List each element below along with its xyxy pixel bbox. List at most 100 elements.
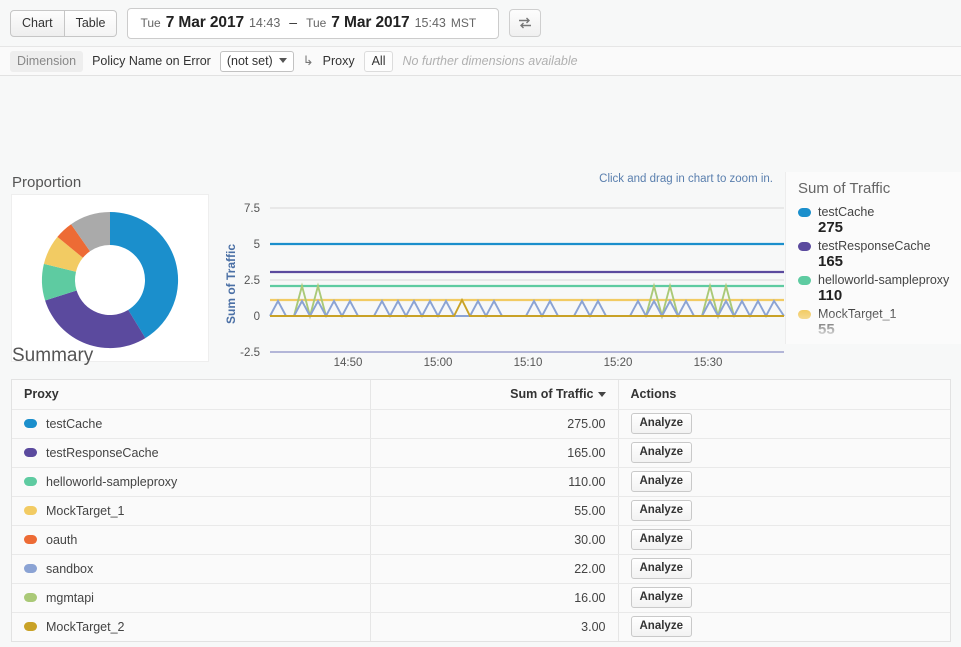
legend-color-swatch <box>798 276 811 285</box>
zoom-hint[interactable]: Click and drag in chart to zoom in. <box>599 173 773 185</box>
chart-area: Proportion Click and drag in chart to zo… <box>0 76 961 276</box>
analyze-button[interactable]: Analyze <box>631 442 692 463</box>
table-row[interactable]: testCache 275.00 Analyze <box>12 409 950 438</box>
row-color-swatch <box>24 564 37 573</box>
date-range-picker[interactable]: Tue 7 Mar 2017 14:43 – Tue 7 Mar 2017 15… <box>127 8 499 39</box>
table-row[interactable]: MockTarget_23.00Analyze <box>12 612 950 641</box>
cell-proxy: testResponseCache <box>12 438 370 467</box>
dimension-note: No further dimensions available <box>402 54 577 68</box>
page-title-proportion: Proportion <box>12 174 81 191</box>
legend-item-value: 275 <box>818 219 961 236</box>
y-tick-2-5: 2.5 <box>244 275 260 287</box>
range-end-day: Tue <box>306 16 326 30</box>
analyze-button[interactable]: Analyze <box>631 558 692 579</box>
dimension-value-label: (not set) <box>227 54 273 68</box>
chevron-down-icon <box>279 58 287 63</box>
legend-item[interactable]: testCache275 <box>798 205 961 236</box>
legend-color-swatch <box>798 208 811 217</box>
row-color-swatch <box>24 535 37 544</box>
cell-proxy: mgmtapi <box>12 583 370 612</box>
traffic-line-chart[interactable]: 7.5 5 2.5 0 -2.5 Sum of Traffic 14:50 <box>218 188 788 366</box>
legend-item[interactable]: testResponseCache165 <box>798 239 961 270</box>
chart-legend: Sum of Traffic testCache275testResponseC… <box>785 172 961 344</box>
dimension-name: Policy Name on Error <box>92 54 211 68</box>
cell-proxy: oauth <box>12 525 370 554</box>
range-end-time: 15:43 <box>415 16 446 30</box>
row-proxy-label: MockTarget_1 <box>46 504 125 518</box>
cell-sum-of-traffic: 22.00 <box>370 554 618 583</box>
dimension-all-button[interactable]: All <box>364 51 394 72</box>
column-header-sum-of-traffic[interactable]: Sum of Traffic <box>370 380 618 409</box>
analyze-button[interactable]: Analyze <box>631 587 692 608</box>
cell-actions: Analyze <box>618 583 950 612</box>
cell-proxy: testCache <box>12 409 370 438</box>
line-chart-svg[interactable]: 7.5 5 2.5 0 -2.5 Sum of Traffic 14:50 <box>218 188 788 366</box>
x-tick-1530: 15:30 <box>694 357 723 366</box>
row-proxy-label: oauth <box>46 533 77 547</box>
summary-table-wrapper: Proxy Sum of Traffic Actions testCache 27… <box>11 379 951 642</box>
row-color-swatch <box>24 448 37 457</box>
table-row[interactable]: helloworld-sampleproxy 110.00 Analyze <box>12 467 950 496</box>
legend-item-label: testResponseCache <box>818 239 931 253</box>
legend-item-label: helloworld-sampleproxy <box>818 273 949 287</box>
row-proxy-label: sandbox <box>46 562 93 576</box>
table-row[interactable]: oauth 30.00 Analyze <box>12 525 950 554</box>
cell-sum-of-traffic: 275.00 <box>370 409 618 438</box>
cell-actions: Analyze <box>618 467 950 496</box>
table-row[interactable]: MockTarget_155.00Analyze <box>12 496 950 525</box>
legend-item-value: 110 <box>818 287 961 304</box>
series-sandbox <box>270 301 784 316</box>
donut-slice-testresponsecache[interactable] <box>45 291 145 349</box>
analyze-button[interactable]: Analyze <box>631 529 692 550</box>
analyze-button[interactable]: Analyze <box>631 616 692 637</box>
x-tick-1500: 15:00 <box>424 357 453 366</box>
summary-table-head: Proxy Sum of Traffic Actions <box>12 380 950 409</box>
range-timezone: MST <box>451 16 476 30</box>
tab-chart[interactable]: Chart <box>10 10 65 37</box>
table-row[interactable]: mgmtapi16.00 Analyze <box>12 583 950 612</box>
y-tick-neg-2-5: -2.5 <box>240 347 260 359</box>
legend-item-value: 55 <box>818 321 961 338</box>
table-row[interactable]: testResponseCache165.00 Analyze <box>12 438 950 467</box>
cell-sum-of-traffic: 165.00 <box>370 438 618 467</box>
summary-table: Proxy Sum of Traffic Actions testCache 27… <box>12 380 950 641</box>
swap-arrows-icon <box>518 17 532 29</box>
cell-sum-of-traffic: 16.00 <box>370 583 618 612</box>
column-header-proxy[interactable]: Proxy <box>12 380 370 409</box>
analyze-button[interactable]: Analyze <box>631 413 692 434</box>
table-row[interactable]: sandbox 22.00 Analyze <box>12 554 950 583</box>
analyze-button[interactable]: Analyze <box>631 471 692 492</box>
row-proxy-label: testCache <box>46 417 102 431</box>
swap-icon[interactable] <box>509 9 541 37</box>
cell-proxy: sandbox <box>12 554 370 583</box>
dimension-value-select[interactable]: (not set) <box>220 51 294 72</box>
legend-item[interactable]: helloworld-sampleproxy110 <box>798 273 961 304</box>
dimension-bar: Dimension Policy Name on Error (not set)… <box>0 46 961 76</box>
donut-chart[interactable] <box>12 195 208 361</box>
legend-item[interactable]: MockTarget_155 <box>798 307 961 338</box>
row-color-swatch <box>24 506 37 515</box>
page-title-summary: Summary <box>12 345 93 367</box>
arrow-turn-icon: ↳ <box>303 53 314 69</box>
x-tick-1520: 15:20 <box>604 357 633 366</box>
range-start-date: 7 Mar 2017 <box>166 14 244 32</box>
cell-actions: Analyze <box>618 525 950 554</box>
row-color-swatch <box>24 593 37 602</box>
proportion-donut-card[interactable] <box>11 194 209 362</box>
row-color-swatch <box>24 477 37 486</box>
cell-sum-of-traffic: 3.00 <box>370 612 618 641</box>
view-mode-toggle[interactable]: Chart Table <box>10 10 117 37</box>
x-tick-1450: 14:50 <box>334 357 363 366</box>
y-tick-0: 0 <box>254 311 260 323</box>
y-tick-5: 5 <box>254 239 260 251</box>
y-axis-label: Sum of Traffic <box>224 244 238 324</box>
cell-proxy: MockTarget_1 <box>12 496 370 525</box>
cell-actions: Analyze <box>618 496 950 525</box>
legend-item-label: MockTarget_1 <box>818 307 897 321</box>
row-proxy-label: helloworld-sampleproxy <box>46 475 177 489</box>
tab-table[interactable]: Table <box>65 10 118 37</box>
analyze-button[interactable]: Analyze <box>631 500 692 521</box>
cell-sum-of-traffic: 30.00 <box>370 525 618 554</box>
cell-sum-of-traffic: 110.00 <box>370 467 618 496</box>
cell-proxy: helloworld-sampleproxy <box>12 467 370 496</box>
